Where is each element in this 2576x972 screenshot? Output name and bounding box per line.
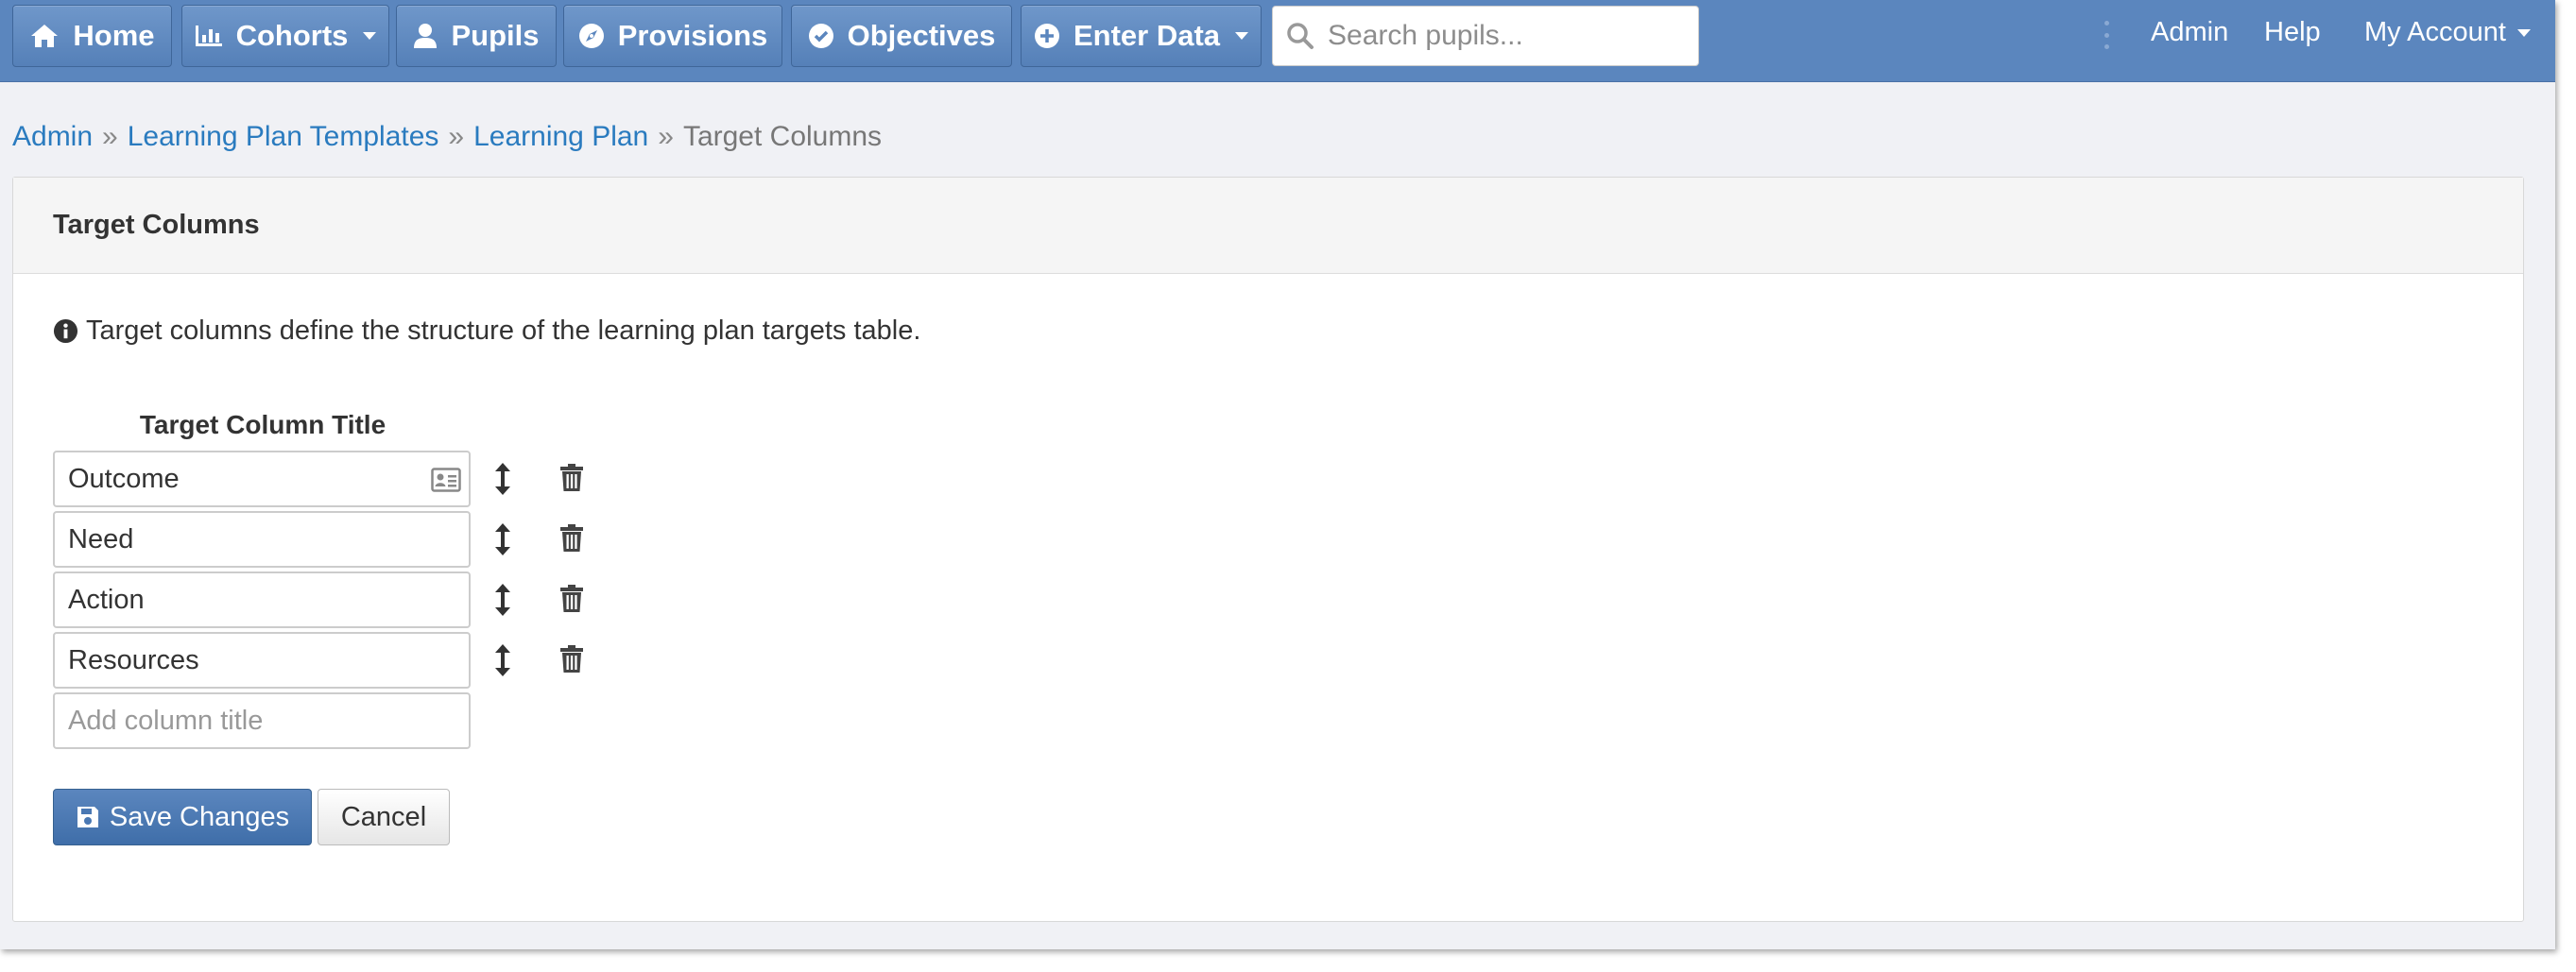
panel-title: Target Columns [53, 210, 260, 240]
nav-home-button[interactable]: Home [12, 5, 172, 67]
breadcrumb: Admin » Learning Plan Templates » Learni… [12, 121, 882, 153]
nav-help-label: Help [2264, 17, 2321, 47]
panel-heading: Target Columns [13, 178, 2523, 274]
trash-icon[interactable] [559, 585, 584, 613]
search-input[interactable] [1326, 19, 1679, 53]
home-icon [31, 25, 59, 47]
nav-enter-data-dropdown[interactable]: Enter Data [1021, 5, 1262, 67]
save-changes-button[interactable]: Save Changes [53, 789, 312, 845]
search-icon [1287, 23, 1314, 49]
nav-admin-label: Admin [2151, 17, 2229, 47]
breadcrumb-separator: » [658, 121, 674, 152]
floppy-disk-icon [77, 807, 98, 827]
nav-provisions-button[interactable]: Provisions [563, 5, 782, 67]
nav-pupils-button[interactable]: Pupils [396, 5, 557, 67]
column-title-input[interactable] [66, 643, 410, 677]
user-icon [414, 24, 438, 48]
cancel-button[interactable]: Cancel [318, 789, 450, 845]
cancel-label: Cancel [340, 801, 427, 832]
nav-objectives-label: Objectives [847, 19, 996, 52]
arrows-vertical-icon[interactable] [494, 522, 511, 556]
nav-objectives-button[interactable]: Objectives [791, 5, 1012, 67]
plus-circle-icon [1034, 24, 1059, 48]
nav-cohorts-label: Cohorts [235, 19, 349, 52]
new-column-row [53, 692, 620, 749]
info-text: Target columns define the structure of t… [86, 315, 921, 346]
target-column-row [53, 511, 620, 568]
check-circle-icon [808, 24, 833, 48]
column-title-input[interactable] [66, 583, 410, 617]
arrows-vertical-icon[interactable] [494, 583, 511, 617]
top-navbar: Home Cohorts Pupils Provisions Objective… [0, 0, 2555, 82]
column-title-field[interactable] [53, 451, 471, 507]
column-title-field[interactable] [53, 632, 471, 689]
breadcrumb-separator: » [102, 121, 118, 152]
nav-cohorts-dropdown[interactable]: Cohorts [181, 5, 389, 67]
target-columns-panel: Target Columns Target columns define the… [12, 177, 2524, 922]
nav-enter-data-label: Enter Data [1073, 19, 1221, 52]
info-message: Target columns define the structure of t… [53, 315, 920, 347]
target-column-row [53, 451, 620, 507]
breadcrumb-separator: » [448, 121, 465, 152]
bar-chart-icon [195, 26, 222, 46]
target-column-row [53, 571, 620, 628]
column-header: Target Column Title [139, 410, 386, 439]
chevron-down-icon [1235, 32, 1249, 40]
search-box[interactable] [1272, 6, 1699, 66]
new-column-title-input[interactable] [66, 704, 410, 738]
address-card-icon[interactable] [431, 467, 461, 493]
arrows-vertical-icon[interactable] [494, 462, 511, 496]
info-circle-icon [53, 318, 78, 344]
column-title-field[interactable] [53, 571, 471, 628]
column-title-field[interactable] [53, 511, 471, 568]
arrows-vertical-icon[interactable] [494, 643, 511, 677]
column-title-input[interactable] [66, 522, 410, 556]
trash-icon[interactable] [559, 524, 584, 553]
breadcrumb-current: Target Columns [682, 121, 883, 152]
save-changes-label: Save Changes [109, 801, 290, 832]
nav-my-account-dropdown[interactable]: My Account [2364, 17, 2531, 48]
nav-my-account-label: My Account [2364, 17, 2506, 47]
trash-icon[interactable] [559, 464, 584, 492]
nav-home-label: Home [73, 19, 155, 52]
target-column-row [53, 632, 620, 689]
chevron-down-icon [2516, 28, 2531, 37]
new-column-title-field[interactable] [53, 692, 471, 749]
breadcrumb-learning-plan-templates-link[interactable]: Learning Plan Templates [128, 121, 439, 153]
nav-provisions-label: Provisions [617, 19, 768, 52]
breadcrumb-admin-link[interactable]: Admin [12, 121, 93, 153]
column-title-input[interactable] [66, 462, 410, 496]
nav-pupils-label: Pupils [451, 19, 540, 52]
nav-admin-link[interactable]: Admin [2151, 17, 2228, 48]
compass-icon [578, 24, 604, 48]
nav-help-link[interactable]: Help [2264, 17, 2321, 48]
chevron-down-icon [363, 32, 377, 40]
breadcrumb-learning-plan-link[interactable]: Learning Plan [473, 121, 648, 153]
trash-icon[interactable] [559, 645, 584, 674]
drag-handle-icon [2104, 21, 2109, 49]
page: Home Cohorts Pupils Provisions Objective… [0, 0, 2555, 949]
